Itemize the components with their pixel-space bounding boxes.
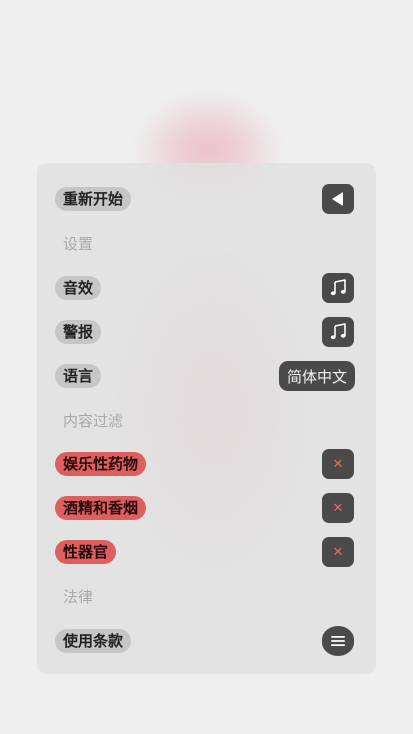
filter-drugs-label: 娱乐性药物 <box>55 452 147 476</box>
music-note-icon <box>330 323 346 340</box>
menu-row-sound: 音效 <box>55 273 354 303</box>
menu-icon <box>331 636 345 646</box>
menu-row-filter-genitals: 性器官 ✕ <box>55 537 354 567</box>
app-screen: 重新开始 设置 音效 警报 语言 简体中文 内容过滤 娱乐性药物 ✕ 酒精和香烟… <box>0 0 413 734</box>
sound-label: 音效 <box>55 276 102 300</box>
filter-alcohol-tobacco-label: 酒精和香烟 <box>55 496 147 520</box>
language-select-button[interactable]: 简体中文 <box>278 361 355 391</box>
terms-label: 使用条款 <box>55 629 132 653</box>
filter-genitals-toggle-button[interactable]: ✕ <box>322 537 354 567</box>
settings-section-header: 设置 <box>63 235 94 253</box>
close-icon: ✕ <box>332 456 344 472</box>
filter-alcohol-tobacco-toggle-button[interactable]: ✕ <box>322 493 354 523</box>
legal-section-header: 法律 <box>63 588 94 606</box>
close-icon: ✕ <box>332 500 344 516</box>
menu-row-alert: 警报 <box>55 317 354 347</box>
alert-label: 警报 <box>55 320 102 344</box>
terms-button[interactable] <box>322 626 354 656</box>
menu-row-language: 语言 简体中文 <box>55 361 355 391</box>
music-note-icon <box>330 279 346 296</box>
close-icon: ✕ <box>332 544 344 560</box>
filter-drugs-toggle-button[interactable]: ✕ <box>322 449 354 479</box>
filter-genitals-label: 性器官 <box>55 540 117 564</box>
settings-menu-panel: 重新开始 设置 音效 警报 语言 简体中文 内容过滤 娱乐性药物 ✕ 酒精和香烟… <box>37 163 376 674</box>
menu-row-terms: 使用条款 <box>55 626 354 656</box>
language-label: 语言 <box>55 364 102 388</box>
back-triangle-icon <box>332 192 343 206</box>
sound-toggle-button[interactable] <box>322 273 354 303</box>
menu-row-filter-drugs: 娱乐性药物 ✕ <box>55 449 354 479</box>
menu-row-restart: 重新开始 <box>55 184 354 214</box>
restart-button[interactable] <box>322 184 354 214</box>
restart-label: 重新开始 <box>55 187 132 211</box>
menu-row-filter-alcohol-tobacco: 酒精和香烟 ✕ <box>55 493 354 523</box>
content-filter-section-header: 内容过滤 <box>63 412 124 430</box>
alert-toggle-button[interactable] <box>322 317 354 347</box>
